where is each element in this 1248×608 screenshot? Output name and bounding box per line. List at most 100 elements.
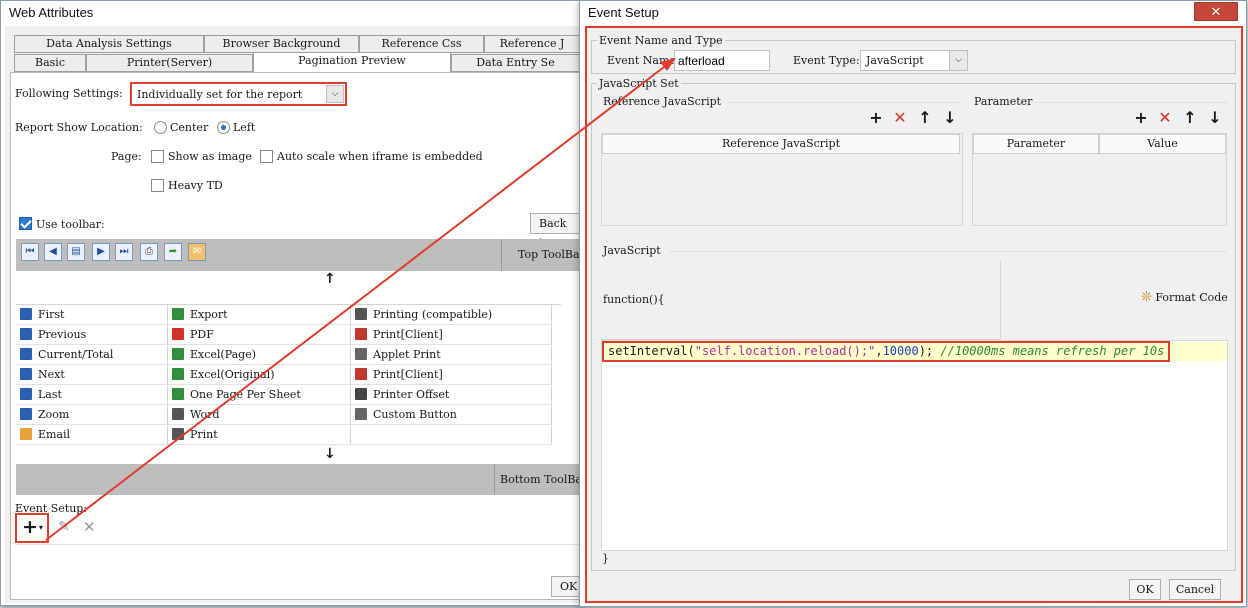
- javascript-label: JavaScript: [603, 244, 661, 257]
- show-as-image-label: Show as image: [168, 150, 252, 163]
- chevron-down-icon[interactable]: ⌵: [326, 85, 344, 103]
- use-toolbar-checkbox[interactable]: [19, 217, 32, 230]
- previous-icon: [20, 328, 32, 340]
- following-settings-select[interactable]: Individually set for the report ⌵: [130, 82, 347, 106]
- back-to-button[interactable]: Back to: [530, 213, 580, 249]
- broom-icon: ❊: [1141, 290, 1152, 305]
- reference-js-column-header[interactable]: Reference JavaScript: [602, 134, 960, 154]
- list-item[interactable]: Print: [168, 425, 351, 445]
- applet-print-icon: [355, 348, 367, 360]
- list-item[interactable]: Printing (compatible): [351, 305, 552, 325]
- list-item-label: Print[Client]: [373, 368, 443, 381]
- code-editor[interactable]: setInterval("self.location.reload();",10…: [601, 340, 1228, 551]
- ref-js-divider: [727, 102, 961, 103]
- current-total-icon[interactable]: ▤: [67, 243, 85, 261]
- print-client-icon: [355, 368, 367, 380]
- following-settings-label: Following Settings:: [15, 87, 123, 100]
- cancel-button[interactable]: Cancel: [1169, 579, 1221, 600]
- list-item[interactable]: Current/Total: [16, 345, 168, 365]
- delete-parameter-icon[interactable]: ✕: [1157, 108, 1173, 127]
- delete-event-icon[interactable]: ✕: [83, 518, 96, 536]
- ok-button[interactable]: OK: [551, 576, 580, 597]
- window-client: Data Analysis Settings Browser Backgroun…: [5, 26, 582, 603]
- tab-basic[interactable]: Basic: [14, 54, 86, 72]
- move-down-reference-icon[interactable]: ↓: [942, 108, 958, 127]
- heavy-td-label: Heavy TD: [168, 179, 223, 192]
- export-icon[interactable]: ➦: [164, 243, 182, 261]
- list-item[interactable]: Printer Offset: [351, 385, 552, 405]
- print-icon[interactable]: ⎙: [140, 243, 158, 261]
- format-code-button[interactable]: ❊ Format Code: [1141, 290, 1228, 305]
- list-item[interactable]: Previous: [16, 325, 168, 345]
- dropdown-arrow-icon: ▾: [39, 523, 44, 532]
- previous-page-icon[interactable]: ◀: [44, 243, 62, 261]
- list-item[interactable]: One Page Per Sheet: [168, 385, 351, 405]
- move-up-parameter-icon[interactable]: ↑: [1182, 108, 1198, 127]
- tab-reference-js[interactable]: Reference J: [484, 35, 580, 53]
- event-name-type-group-label: Event Name and Type: [597, 34, 725, 47]
- code-number: 10000: [882, 344, 919, 358]
- print-icon: [355, 308, 367, 320]
- center-radio[interactable]: [154, 121, 167, 134]
- list-item[interactable]: Excel(Original): [168, 365, 351, 385]
- list-item[interactable]: Excel(Page): [168, 345, 351, 365]
- plus-icon: +: [22, 516, 38, 538]
- event-name-label: Event Name:: [607, 54, 680, 67]
- list-item[interactable]: Applet Print: [351, 345, 552, 365]
- tab-printer-server[interactable]: Printer(Server): [86, 54, 253, 72]
- move-up-arrow[interactable]: ↑: [324, 271, 336, 287]
- add-parameter-icon[interactable]: +: [1133, 108, 1149, 127]
- list-item[interactable]: Export: [168, 305, 351, 325]
- edit-event-icon[interactable]: ✎: [58, 519, 70, 535]
- add-reference-icon[interactable]: +: [868, 108, 884, 127]
- last-page-icon[interactable]: ⏭: [115, 243, 133, 261]
- list-item[interactable]: Email: [16, 425, 168, 445]
- window-title: Web Attributes: [1, 1, 584, 25]
- next-icon: [20, 368, 32, 380]
- tab-browser-background[interactable]: Browser Background: [204, 35, 359, 53]
- left-label: Left: [233, 121, 256, 134]
- ok-button[interactable]: OK: [1129, 579, 1161, 600]
- list-item-label: Printer Offset: [373, 388, 450, 401]
- next-page-icon[interactable]: ▶: [92, 243, 110, 261]
- list-item-label: Last: [38, 388, 62, 401]
- tab-reference-css[interactable]: Reference Css: [359, 35, 484, 53]
- heavy-td-checkbox[interactable]: [151, 179, 164, 192]
- list-item[interactable]: Next: [16, 365, 168, 385]
- list-item[interactable]: Print[Client]: [351, 325, 552, 345]
- move-down-arrow[interactable]: ↓: [324, 446, 336, 462]
- code-close: );: [918, 344, 941, 358]
- event-name-input[interactable]: [674, 50, 770, 71]
- list-item[interactable]: Custom Button: [351, 405, 552, 425]
- first-page-icon[interactable]: ⏮: [21, 243, 39, 261]
- export-icon: [172, 308, 184, 320]
- list-item[interactable]: Zoom: [16, 405, 168, 425]
- current-total-icon: [20, 348, 32, 360]
- reference-js-table: Reference JavaScript: [601, 133, 963, 226]
- delete-reference-icon[interactable]: ✕: [892, 108, 908, 127]
- move-up-reference-icon[interactable]: ↑: [917, 108, 933, 127]
- tab-data-entry[interactable]: Data Entry Se: [451, 54, 580, 72]
- list-item[interactable]: Last: [16, 385, 168, 405]
- event-type-select[interactable]: JavaScript ⌵: [860, 50, 968, 71]
- event-setup-window: Event Setup ✕ Event Name and Type Event …: [579, 0, 1247, 607]
- print-client-icon: [355, 328, 367, 340]
- email-icon[interactable]: ✉: [188, 243, 206, 261]
- parameter-column-header[interactable]: Parameter: [973, 134, 1099, 154]
- add-event-button[interactable]: + ▾: [15, 513, 49, 543]
- show-as-image-checkbox[interactable]: [151, 150, 164, 163]
- chevron-down-icon[interactable]: ⌵: [949, 51, 967, 70]
- excel-icon: [172, 368, 184, 380]
- printer-offset-icon: [355, 388, 367, 400]
- move-down-parameter-icon[interactable]: ↓: [1207, 108, 1223, 127]
- list-item[interactable]: Word: [168, 405, 351, 425]
- tab-pagination-preview[interactable]: Pagination Preview: [253, 52, 451, 72]
- list-item[interactable]: First: [16, 305, 168, 325]
- auto-scale-checkbox[interactable]: [260, 150, 273, 163]
- tab-data-analysis-settings[interactable]: Data Analysis Settings: [14, 35, 204, 53]
- close-button[interactable]: ✕: [1194, 2, 1238, 21]
- list-item[interactable]: Print[Client]: [351, 365, 552, 385]
- list-item[interactable]: PDF: [168, 325, 351, 345]
- value-column-header[interactable]: Value: [1099, 134, 1226, 154]
- left-radio[interactable]: [217, 121, 230, 134]
